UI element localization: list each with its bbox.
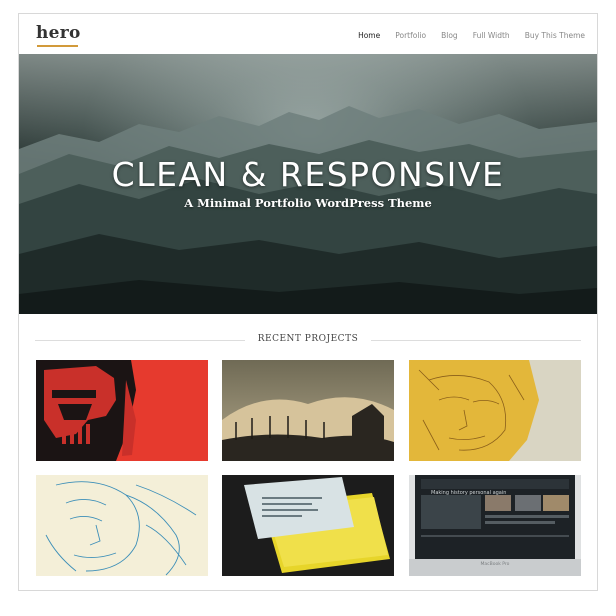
nav-item-blog[interactable]: Blog [441,31,458,40]
laptop-headline: Making history personal again [431,490,507,496]
site-logo[interactable]: hero [36,23,81,43]
section-header: RECENT PROJECTS [35,334,581,346]
nav-item-full-width[interactable]: Full Width [473,31,510,40]
hero-banner: CLEAN & RESPONSIVE A Minimal Portfolio W… [19,54,597,314]
nav-item-portfolio[interactable]: Portfolio [395,31,426,40]
sketched-face-yellow [409,360,581,461]
project-thumb-website-laptop[interactable]: Making history personal again MacBook Pr… [409,475,581,576]
logo-underline [37,45,78,47]
project-thumb-sketched-face[interactable] [409,360,581,461]
hero-subtitle: A Minimal Portfolio WordPress Theme [184,196,432,210]
hero-title: CLEAN & RESPONSIVE [111,155,505,194]
laptop-brand: MacBook Pro [480,562,510,567]
nav-item-home[interactable]: Home [358,31,380,40]
project-thumb-business-cards[interactable] [222,475,394,576]
project-thumb-line-art-face[interactable] [36,475,208,576]
section-title: RECENT PROJECTS [257,334,359,344]
project-thumb-wind-turbines[interactable] [222,360,394,461]
yellow-business-cards [222,475,394,576]
line-art-face-blue [36,475,208,576]
page-frame: hero Home Portfolio Blog Full Width Buy … [18,13,598,591]
robot-helmet-illustration [36,360,208,461]
project-thumb-robot-helmet[interactable] [36,360,208,461]
wind-turbines-landscape [222,360,394,461]
nav-item-buy-this-theme[interactable]: Buy This Theme [525,31,585,40]
main-nav: Home Portfolio Blog Full Width Buy This … [343,31,585,40]
